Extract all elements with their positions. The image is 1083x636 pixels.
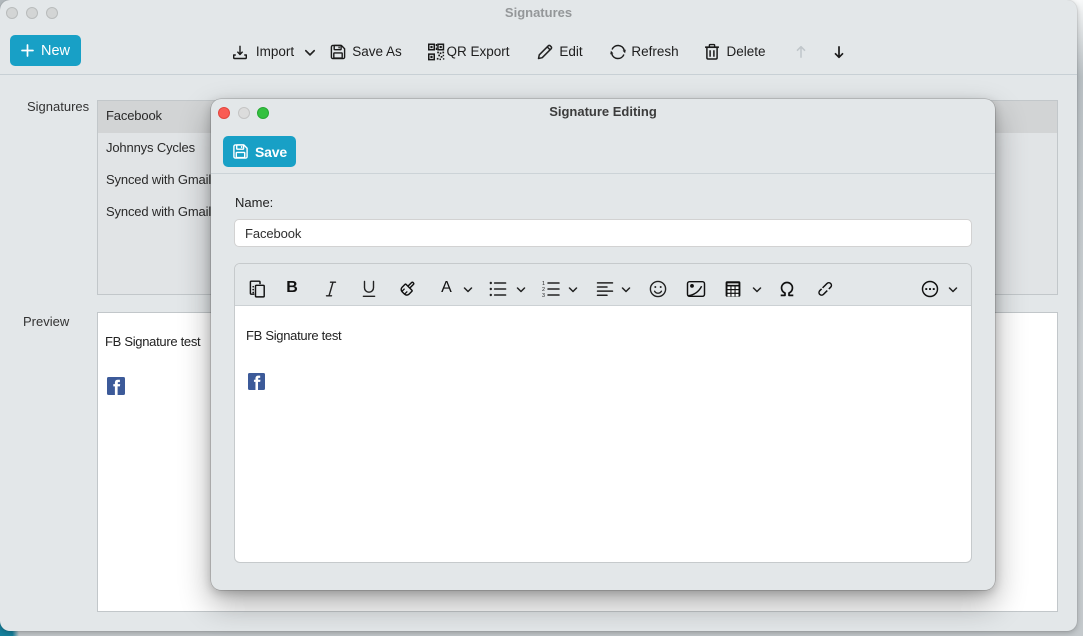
- svg-text:3: 3: [542, 292, 545, 297]
